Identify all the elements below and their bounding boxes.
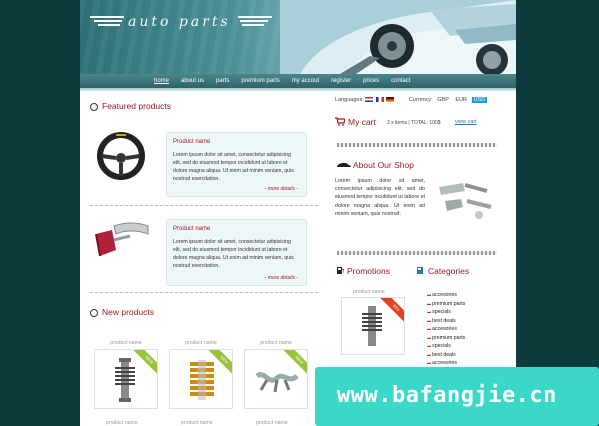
category-item[interactable]: accesories bbox=[427, 325, 465, 334]
divider bbox=[90, 292, 318, 293]
categories-title: Categories bbox=[428, 266, 470, 276]
currency-label: Currency: bbox=[408, 97, 433, 103]
page: auto parts home about us parts premium p… bbox=[80, 0, 516, 426]
main-nav: home about us parts premium parts my acc… bbox=[80, 74, 516, 88]
divider bbox=[90, 205, 318, 206]
new-product-card[interactable]: product name NEW bbox=[244, 340, 308, 409]
new-product-thumb[interactable]: NEW bbox=[244, 349, 308, 409]
watermark-text: www.bafangjie.cn bbox=[337, 383, 557, 408]
flag-de-icon[interactable] bbox=[386, 97, 395, 103]
new-product-thumb[interactable]: NEW bbox=[94, 349, 158, 409]
category-item[interactable]: accesories bbox=[427, 291, 465, 300]
watermark-banner: www.bafangjie.cn bbox=[315, 367, 599, 426]
separator bbox=[337, 143, 497, 147]
categories-list: accesories premium parts specials best d… bbox=[427, 291, 465, 368]
category-item[interactable]: best deals bbox=[427, 351, 465, 360]
category-item[interactable]: premium parts bbox=[427, 300, 465, 309]
logo-wing bbox=[94, 20, 122, 22]
wheel-icon bbox=[90, 309, 98, 317]
promotion-thumb[interactable]: 60% bbox=[341, 297, 405, 355]
product-name[interactable]: Product name bbox=[173, 139, 300, 145]
more-details-link[interactable]: - more details - bbox=[265, 275, 298, 281]
featured-product-card: Product name Lorem ipsum dolor sit amet,… bbox=[166, 132, 307, 197]
logo-text: auto parts bbox=[128, 14, 231, 30]
logo-wing bbox=[238, 16, 272, 18]
view-cart-link[interactable]: view cart bbox=[455, 119, 477, 125]
separator bbox=[337, 251, 497, 255]
air-intake-image[interactable] bbox=[90, 216, 154, 260]
product-description: Lorem ipsum dolor sit amet, consectetur … bbox=[173, 152, 294, 182]
site-logo[interactable]: auto parts bbox=[90, 10, 272, 34]
product-name[interactable]: Product name bbox=[173, 226, 300, 232]
new-product-card[interactable]: product name NEW bbox=[169, 340, 233, 409]
featured-title: Featured products bbox=[102, 101, 171, 111]
new-product-label: product name bbox=[110, 340, 142, 346]
new-products-title: New products bbox=[102, 307, 154, 317]
nav-prices[interactable]: prices bbox=[357, 74, 385, 88]
new-product-label: product name bbox=[185, 340, 217, 346]
featured-product-card: Product name Lorem ipsum dolor sit amet,… bbox=[166, 219, 307, 286]
new-product-thumb[interactable]: NEW bbox=[169, 349, 233, 409]
about-text: Lorem ipsum dolor sit amet, consectetur … bbox=[335, 178, 425, 217]
logo-wing bbox=[98, 24, 120, 26]
new-product-label: product name bbox=[106, 420, 138, 426]
fuel-pump-icon bbox=[337, 267, 344, 274]
category-item[interactable]: specials bbox=[427, 342, 465, 351]
nav-about-us[interactable]: about us bbox=[175, 74, 210, 88]
flag-en-icon[interactable] bbox=[365, 97, 374, 103]
nav-premium-parts[interactable]: premium parts bbox=[235, 74, 285, 88]
car-silhouette-icon bbox=[337, 163, 351, 167]
nav-home[interactable]: home bbox=[148, 74, 175, 88]
nav-register[interactable]: register bbox=[325, 74, 357, 88]
category-item[interactable]: premium parts bbox=[427, 334, 465, 343]
about-title: About Our Shop bbox=[353, 160, 414, 170]
flag-fr-icon[interactable] bbox=[375, 97, 384, 103]
new-product-label: product name bbox=[256, 420, 288, 426]
cart-title: My cart bbox=[348, 117, 376, 127]
cart-summary: 3 x items | TOTAL: 100$ bbox=[387, 120, 441, 126]
promotions-title: Promotions bbox=[347, 266, 390, 276]
currency-eur[interactable]: EUR bbox=[453, 97, 469, 103]
cart-icon bbox=[335, 117, 345, 126]
new-product-label: product name bbox=[260, 340, 292, 346]
product-description: Lorem ipsum dolor sit amet, consectetur … bbox=[173, 239, 294, 269]
steering-wheel-image[interactable] bbox=[96, 132, 146, 180]
category-item[interactable]: best deals bbox=[427, 317, 465, 326]
exhaust-parts-image bbox=[439, 183, 492, 219]
nav-contact[interactable]: contact bbox=[385, 74, 416, 88]
currency-usd[interactable]: USD bbox=[471, 97, 488, 103]
car-photo bbox=[280, 0, 516, 74]
target-icon bbox=[90, 103, 98, 111]
nav-parts[interactable]: parts bbox=[210, 74, 235, 88]
language-currency-bar: Languages: Currency: GBP EUR USD bbox=[335, 97, 488, 103]
more-details-link[interactable]: - more details - bbox=[265, 186, 298, 192]
nav-my-account[interactable]: my accout bbox=[286, 74, 325, 88]
new-product-label: product name bbox=[181, 420, 213, 426]
logo-wing bbox=[242, 24, 264, 26]
languages-label: Languages: bbox=[335, 97, 364, 103]
category-item[interactable]: specials bbox=[427, 308, 465, 317]
logo-wing bbox=[90, 16, 124, 18]
fuel-can-icon bbox=[417, 267, 423, 274]
currency-gbp[interactable]: GBP bbox=[435, 97, 451, 103]
promotion-label: product name bbox=[353, 289, 385, 295]
logo-wing bbox=[240, 20, 268, 22]
header-banner: auto parts bbox=[80, 0, 516, 74]
new-product-card[interactable]: product name NEW bbox=[94, 340, 158, 409]
